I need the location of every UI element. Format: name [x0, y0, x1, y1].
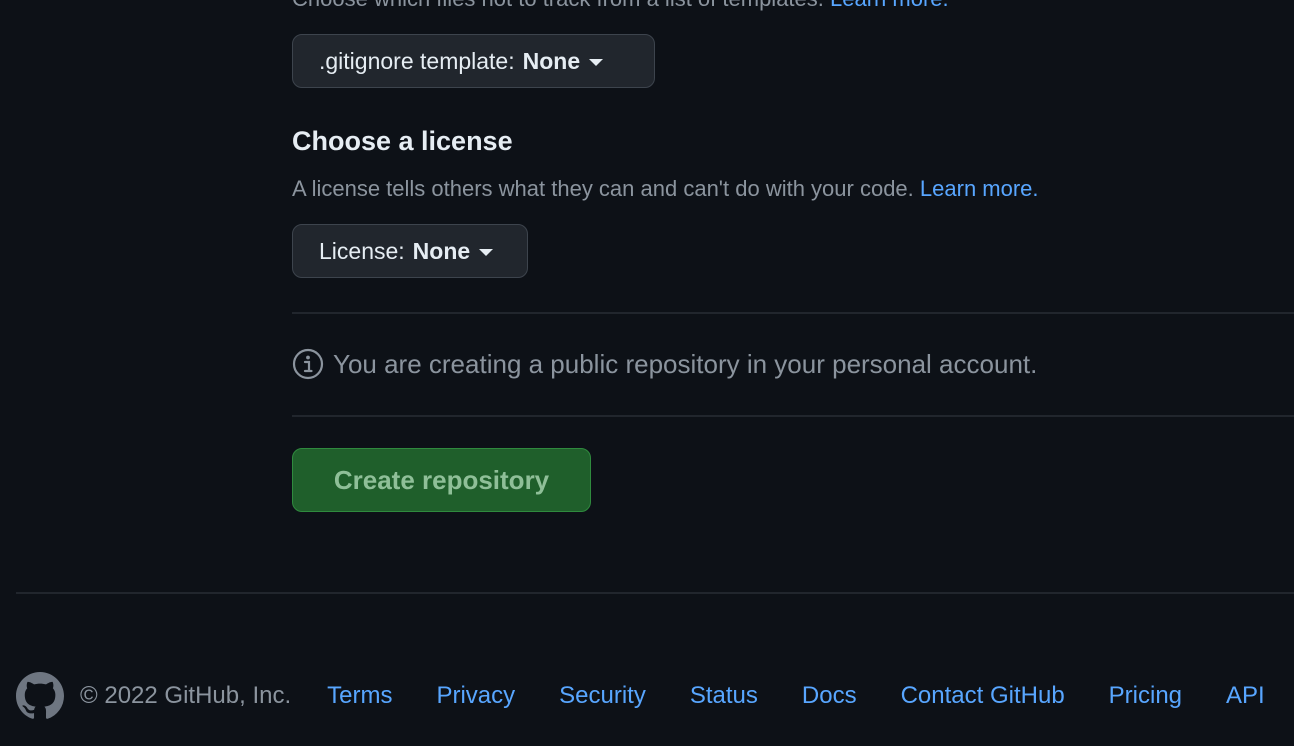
license-description: A license tells others what they can and… [292, 176, 1039, 202]
create-repository-button[interactable]: Create repository [292, 448, 591, 512]
footer-link-status[interactable]: Status [690, 682, 758, 710]
gitignore-description-text: Choose which files not to track from a l… [292, 0, 824, 11]
gitignore-select-value: None [522, 47, 581, 74]
footer-copyright: © 2022 GitHub, Inc. [80, 682, 292, 709]
info-icon [292, 348, 324, 380]
gitignore-learn-more-link[interactable]: Learn more. [830, 0, 949, 11]
license-description-text: A license tells others what they can and… [292, 176, 914, 201]
footer-link-api[interactable]: API [1226, 682, 1265, 710]
caret-down-icon [589, 58, 604, 66]
footer-divider [16, 592, 1294, 594]
license-learn-more-link[interactable]: Learn more. [920, 176, 1039, 201]
footer-link-contact[interactable]: Contact GitHub [901, 682, 1065, 710]
footer-link-terms[interactable]: Terms [327, 682, 392, 710]
visibility-notice-text: You are creating a public repository in … [333, 348, 1038, 379]
license-select-label: License: [319, 237, 405, 264]
license-select[interactable]: License: None [292, 224, 528, 278]
footer-link-privacy[interactable]: Privacy [436, 682, 515, 710]
gitignore-description: Choose which files not to track from a l… [292, 0, 949, 12]
gitignore-template-select[interactable]: .gitignore template: None [292, 34, 655, 88]
new-repository-page: Choose which files not to track from a l… [0, 0, 1294, 746]
license-heading: Choose a license [292, 126, 513, 156]
caret-down-icon [479, 248, 494, 256]
footer-link-pricing[interactable]: Pricing [1109, 682, 1182, 710]
divider [292, 415, 1294, 417]
visibility-notice: You are creating a public repository in … [292, 348, 1037, 380]
footer: © 2022 GitHub, Inc. Terms Privacy Securi… [16, 672, 1294, 720]
github-logo-icon[interactable] [16, 672, 64, 720]
gitignore-select-label: .gitignore template: [319, 47, 515, 74]
footer-link-security[interactable]: Security [559, 682, 646, 710]
divider [292, 312, 1294, 314]
license-select-value: None [412, 237, 471, 264]
footer-link-docs[interactable]: Docs [802, 682, 857, 710]
